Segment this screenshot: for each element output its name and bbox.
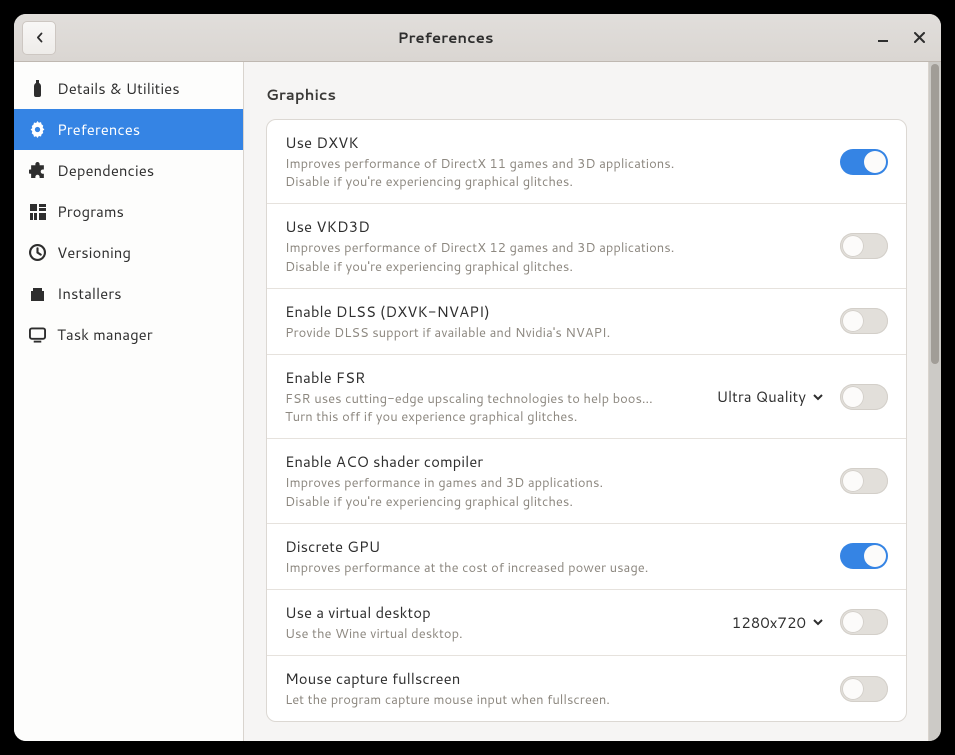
row-vkd3d: Use VKD3D Improves performance of Direct… xyxy=(267,204,906,288)
row-subtitle: Disable if you're experiencing graphical… xyxy=(285,493,826,511)
row-title: Mouse capture fullscreen xyxy=(285,668,826,689)
sidebar: Details & Utilities Preferences Dependen… xyxy=(14,62,244,741)
clock-icon xyxy=(29,244,46,261)
sidebar-item-versioning[interactable]: Versioning xyxy=(14,232,243,273)
toggle-dxvk[interactable] xyxy=(840,149,888,175)
graphics-card: Use DXVK Improves performance of DirectX… xyxy=(266,119,907,722)
select-value: 1280x720 xyxy=(732,612,806,633)
sidebar-item-installers[interactable]: Installers xyxy=(14,273,243,314)
scrollbar[interactable] xyxy=(928,62,941,741)
row-fsr: Enable FSR FSR uses cutting-edge upscali… xyxy=(267,355,906,439)
row-subtitle: Improves performance in games and 3D app… xyxy=(285,474,826,492)
row-discrete-gpu: Discrete GPU Improves performance at the… xyxy=(267,524,906,590)
minimize-button[interactable] xyxy=(869,24,897,52)
row-subtitle: Turn this off if you experience graphica… xyxy=(285,408,700,426)
row-title: Enable DLSS (DXVK-NVAPI) xyxy=(285,301,826,322)
content: Graphics Use DXVK Improves performance o… xyxy=(244,62,941,741)
sidebar-item-label: Details & Utilities xyxy=(57,78,180,99)
grid-icon xyxy=(29,204,46,220)
chevron-down-icon xyxy=(812,391,824,403)
row-title: Use VKD3D xyxy=(285,216,826,237)
window-controls xyxy=(869,24,933,52)
monitor-icon xyxy=(29,327,46,343)
sidebar-item-programs[interactable]: Programs xyxy=(14,191,243,232)
headerbar: Preferences xyxy=(14,14,941,62)
row-mouse-capture: Mouse capture fullscreen Let the program… xyxy=(267,656,906,721)
sidebar-item-taskmanager[interactable]: Task manager xyxy=(14,314,243,355)
select-value: Ultra Quality xyxy=(716,386,806,407)
toggle-mouse-capture[interactable] xyxy=(840,676,888,702)
row-subtitle: Disable if you're experiencing graphical… xyxy=(285,173,826,191)
row-subtitle: Improves performance of DirectX 12 games… xyxy=(285,239,826,257)
toggle-vkd3d[interactable] xyxy=(840,233,888,259)
toggle-aco[interactable] xyxy=(840,468,888,494)
row-title: Use a virtual desktop xyxy=(285,602,716,623)
sidebar-item-label: Versioning xyxy=(57,242,131,263)
sidebar-item-label: Programs xyxy=(57,201,124,222)
scrollbar-thumb[interactable] xyxy=(931,64,939,364)
body: Details & Utilities Preferences Dependen… xyxy=(14,62,941,741)
toggle-fsr[interactable] xyxy=(840,384,888,410)
close-icon xyxy=(914,32,925,43)
row-subtitle: Improves performance at the cost of incr… xyxy=(285,559,826,577)
sidebar-item-label: Preferences xyxy=(57,119,140,140)
row-title: Enable FSR xyxy=(285,367,700,388)
row-virtual-desktop: Use a virtual desktop Use the Wine virtu… xyxy=(267,590,906,656)
toggle-discrete-gpu[interactable] xyxy=(840,543,888,569)
row-subtitle: Disable if you're experiencing graphical… xyxy=(285,258,826,276)
package-icon xyxy=(29,285,46,302)
sidebar-item-dependencies[interactable]: Dependencies xyxy=(14,150,243,191)
row-subtitle: Improves performance of DirectX 11 games… xyxy=(285,155,826,173)
sidebar-item-label: Installers xyxy=(57,283,122,304)
virtual-desktop-res-select[interactable]: 1280x720 xyxy=(730,608,826,637)
row-subtitle: Provide DLSS support if available and Nv… xyxy=(285,324,826,342)
row-dxvk: Use DXVK Improves performance of DirectX… xyxy=(267,120,906,204)
sidebar-item-label: Task manager xyxy=(57,324,153,345)
window: Preferences Details & Utilities Preferen… xyxy=(14,14,941,741)
row-title: Discrete GPU xyxy=(285,536,826,557)
sidebar-item-preferences[interactable]: Preferences xyxy=(14,109,243,150)
toggle-virtual-desktop[interactable] xyxy=(840,609,888,635)
puzzle-icon xyxy=(29,162,46,179)
window-title: Preferences xyxy=(22,27,869,48)
chevron-down-icon xyxy=(812,616,824,628)
row-title: Enable ACO shader compiler xyxy=(285,451,826,472)
close-button[interactable] xyxy=(905,24,933,52)
sidebar-item-label: Dependencies xyxy=(57,160,154,181)
bottle-icon xyxy=(29,80,46,97)
row-title: Use DXVK xyxy=(285,132,826,153)
row-subtitle: FSR uses cutting-edge upscaling technolo… xyxy=(285,390,700,408)
group-title-graphics: Graphics xyxy=(266,84,907,105)
row-subtitle: Let the program capture mouse input when… xyxy=(285,691,826,709)
minimize-icon xyxy=(878,33,888,43)
fsr-quality-select[interactable]: Ultra Quality xyxy=(714,382,826,411)
row-aco: Enable ACO shader compiler Improves perf… xyxy=(267,439,906,523)
sidebar-item-details[interactable]: Details & Utilities xyxy=(14,68,243,109)
toggle-dlss[interactable] xyxy=(840,308,888,334)
gear-icon xyxy=(29,121,46,138)
row-dlss: Enable DLSS (DXVK-NVAPI) Provide DLSS su… xyxy=(267,289,906,355)
row-subtitle: Use the Wine virtual desktop. xyxy=(285,625,716,643)
